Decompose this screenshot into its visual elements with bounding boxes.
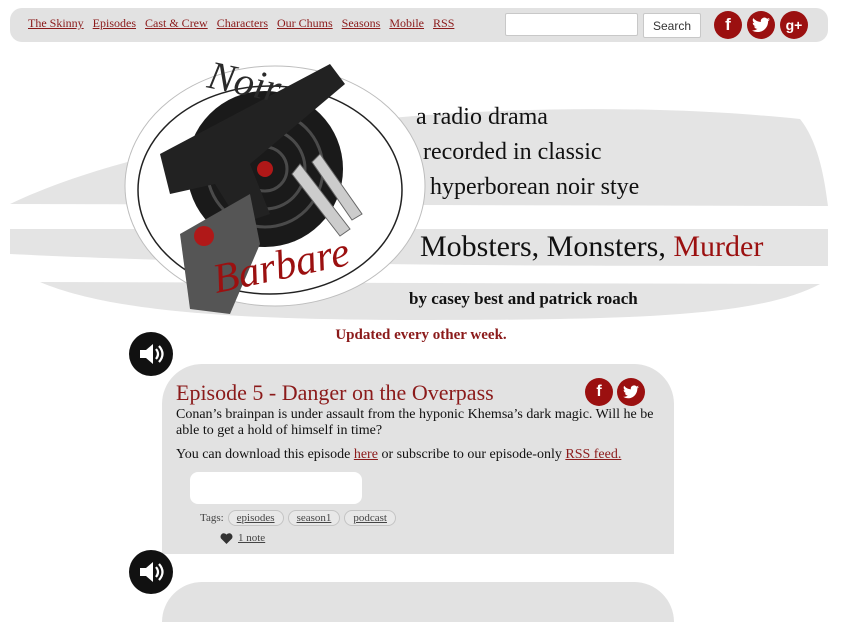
share-twitter-icon[interactable]: [617, 378, 645, 406]
download-link[interactable]: here: [354, 447, 378, 462]
rss-feed-link[interactable]: RSS feed.: [565, 447, 621, 462]
twitter-icon[interactable]: [747, 11, 775, 39]
nav-link-the-skinny[interactable]: The Skinny: [28, 16, 84, 31]
speaker-icon: [140, 562, 164, 582]
header-banner: Noir Barbare a radio drama recorded in c…: [0, 44, 842, 334]
nav-link-mobile[interactable]: Mobile: [389, 16, 424, 31]
share-facebook-icon[interactable]: f: [585, 378, 613, 406]
facebook-icon[interactable]: f: [714, 11, 742, 39]
slogan-red: Murder: [673, 230, 764, 263]
byline: by casey best and patrick roach: [409, 289, 638, 308]
nav-link-our-chums[interactable]: Our Chums: [277, 16, 333, 31]
audio-post-icon-2[interactable]: [129, 550, 173, 594]
nav-link-rss[interactable]: RSS: [433, 16, 454, 31]
speaker-icon: [140, 344, 164, 364]
heart-icon: [220, 532, 233, 544]
tags-label: Tags:: [200, 512, 224, 524]
nav-link-characters[interactable]: Characters: [217, 16, 268, 31]
notes-count[interactable]: 1 note: [238, 532, 265, 544]
main-nav: The Skinny Episodes Cast & Crew Characte…: [28, 16, 463, 31]
download-middle: or subscribe to our episode-only: [377, 447, 566, 462]
tag-episodes[interactable]: episodes: [227, 510, 284, 526]
slogan: Mobsters, Monsters, Murder: [420, 230, 763, 264]
tagline-line-1: a radio drama: [416, 104, 548, 130]
tagline-line-3: hyperborean noir stye: [430, 174, 640, 200]
audio-player[interactable]: [190, 472, 362, 504]
nav-link-episodes[interactable]: Episodes: [93, 16, 136, 31]
post-title[interactable]: Episode 5 - Danger on the Overpass: [176, 380, 494, 406]
tag-podcast[interactable]: podcast: [344, 510, 396, 526]
twitter-bird-icon: [752, 17, 770, 33]
slogan-plain: Mobsters, Monsters,: [420, 230, 666, 263]
post-tags: Tags: episodes season1 podcast: [200, 510, 396, 526]
nav-link-seasons[interactable]: Seasons: [342, 16, 381, 31]
google-plus-icon[interactable]: g+: [780, 11, 808, 39]
search-button[interactable]: Search: [643, 13, 701, 38]
download-line: You can download this episode here or su…: [176, 447, 621, 463]
tagline-line-2: recorded in classic: [423, 139, 602, 165]
twitter-bird-icon: [623, 385, 639, 399]
next-episode-post: [162, 582, 674, 622]
search-input[interactable]: [505, 13, 638, 36]
post-body: Conan’s brainpan is under assault from t…: [176, 407, 654, 438]
top-nav-bar: The Skinny Episodes Cast & Crew Characte…: [10, 8, 828, 42]
audio-post-icon[interactable]: [129, 332, 173, 376]
download-prefix: You can download this episode: [176, 447, 354, 462]
episode-post: Episode 5 - Danger on the Overpass f Con…: [162, 364, 674, 554]
tag-season1[interactable]: season1: [287, 510, 341, 526]
post-notes[interactable]: 1 note: [220, 532, 265, 544]
update-notice: Updated every other week.: [335, 327, 507, 343]
nav-link-cast-crew[interactable]: Cast & Crew: [145, 16, 208, 31]
